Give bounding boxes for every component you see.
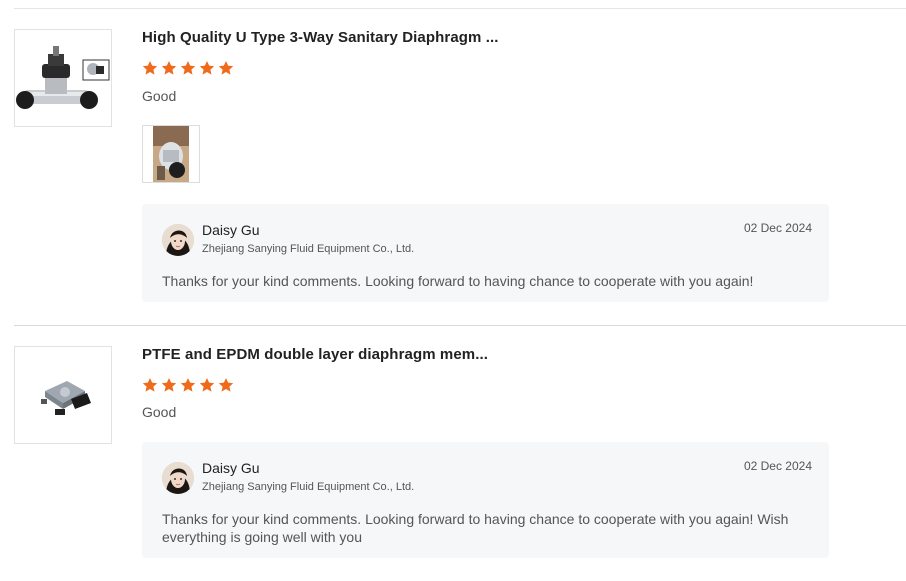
star-icon	[161, 61, 177, 75]
valve-image	[16, 46, 110, 109]
rating-text: Good	[142, 88, 177, 104]
avatar	[162, 224, 194, 256]
reply-text: Thanks for your kind comments. Looking f…	[162, 511, 789, 545]
star-rating	[142, 60, 234, 76]
review-photo[interactable]	[142, 125, 200, 183]
product-thumbnail[interactable]	[14, 346, 112, 444]
star-icon	[180, 61, 196, 75]
star-rating	[142, 377, 234, 393]
star-icon	[142, 61, 158, 75]
replier-name: Daisy Gu	[202, 460, 260, 476]
avatar	[162, 462, 194, 494]
star-icon	[142, 378, 158, 392]
star-icon	[161, 378, 177, 392]
reply-date: 02 Dec 2024	[743, 221, 812, 235]
reply-date: 02 Dec 2024	[743, 459, 812, 473]
replier-company: Zhejiang Sanying Fluid Equipment Co., Lt…	[202, 243, 415, 255]
diaphragm-image	[41, 381, 91, 415]
replier-name: Daisy Gu	[202, 222, 260, 238]
star-icon	[199, 378, 215, 392]
review-list: High Quality U Type 3-Way Sanitary Diaph…	[0, 0, 906, 581]
review-photo-image	[153, 126, 189, 182]
avatar-image	[162, 224, 194, 256]
reply-text: Thanks for your kind comments. Looking f…	[162, 273, 754, 289]
product-thumbnail[interactable]	[14, 29, 112, 127]
replier-company: Zhejiang Sanying Fluid Equipment Co., Lt…	[202, 481, 415, 493]
avatar-image	[162, 462, 194, 494]
star-icon	[218, 61, 234, 75]
divider	[14, 325, 906, 326]
seller-reply: Daisy Gu Zhejiang Sanying Fluid Equipmen…	[142, 442, 829, 558]
star-icon	[218, 378, 234, 392]
divider	[14, 8, 906, 9]
product-title[interactable]: PTFE and EPDM double layer diaphragm mem…	[142, 346, 488, 363]
product-title[interactable]: High Quality U Type 3-Way Sanitary Diaph…	[142, 29, 499, 46]
rating-text: Good	[142, 404, 177, 420]
star-icon	[180, 378, 196, 392]
seller-reply: Daisy Gu Zhejiang Sanying Fluid Equipmen…	[142, 204, 829, 302]
star-icon	[199, 61, 215, 75]
